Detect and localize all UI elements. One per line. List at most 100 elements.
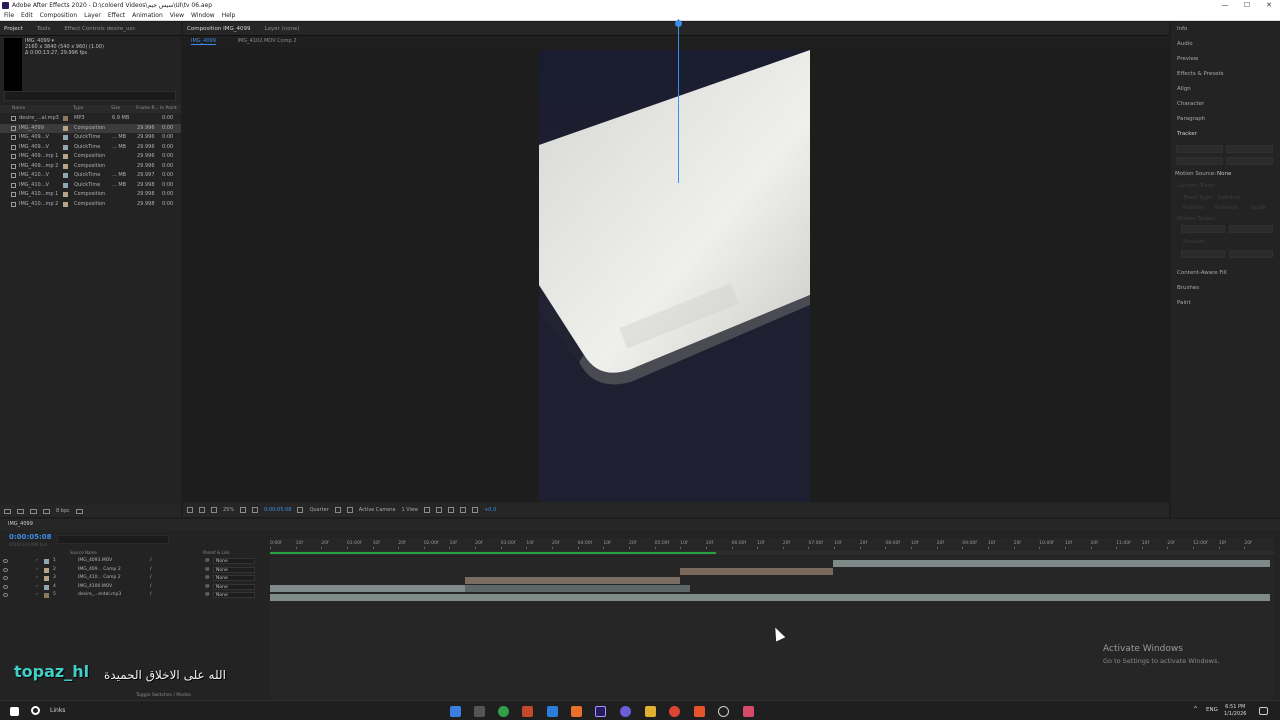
- parent-select[interactable]: None: [213, 566, 255, 573]
- timeline-layer-row[interactable]: › 3 IMG_410... Comp 2 / @ None: [0, 574, 268, 583]
- layer-switch-icon[interactable]: /: [150, 558, 152, 563]
- options-button[interactable]: [1229, 225, 1273, 233]
- panel-preview[interactable]: Preview: [1177, 56, 1198, 62]
- panel-tracker[interactable]: Tracker: [1177, 131, 1197, 137]
- col-frame-rate[interactable]: Frame R...: [136, 106, 159, 111]
- exposure-value[interactable]: +0.0: [484, 507, 496, 513]
- visibility-eye-icon[interactable]: [3, 584, 8, 589]
- label-color-swatch[interactable]: [63, 116, 68, 121]
- layer-label-color[interactable]: [44, 559, 49, 564]
- flowchart-icon[interactable]: [460, 507, 467, 513]
- current-time-display[interactable]: 0:00:05:08: [264, 507, 291, 513]
- col-name[interactable]: Name: [12, 106, 25, 111]
- col-source-name[interactable]: Source Name: [70, 550, 97, 555]
- tab-project[interactable]: Project: [4, 26, 23, 32]
- tab-composition[interactable]: Composition IMG_4099: [187, 26, 250, 32]
- interpret-footage-icon[interactable]: [4, 508, 11, 514]
- transparency-grid-icon[interactable]: [346, 507, 353, 513]
- tray-chevron-icon[interactable]: ^: [1193, 706, 1198, 713]
- copilot-app-icon[interactable]: [450, 706, 461, 717]
- panel-content-aware-fill[interactable]: Content-Aware Fill: [1177, 270, 1227, 276]
- timeline-search-input[interactable]: [57, 535, 169, 544]
- layer-label-color[interactable]: [44, 584, 49, 590]
- timeline-layer-row[interactable]: › 2 IMG_409... Comp 2 / @ None: [0, 566, 268, 575]
- project-item-row[interactable]: IMG_410...mp 1 Composition 29.998 0:00: [0, 190, 181, 200]
- project-item-row[interactable]: IMG_410...V QuickTime ... MB 29.997 0:00: [0, 171, 181, 181]
- col-size[interactable]: Size: [111, 106, 120, 111]
- zoom-select[interactable]: 25%: [223, 507, 234, 513]
- layer-name[interactable]: IMG_409... Comp 2: [78, 567, 121, 572]
- safe-zones-icon[interactable]: [240, 507, 247, 513]
- parent-pickwhip-icon[interactable]: @: [205, 592, 210, 597]
- layer-expand-chevron-icon[interactable]: ›: [36, 558, 38, 563]
- project-item-row[interactable]: IMG_409...V QuickTime ... MB 29.996 0:00: [0, 133, 181, 143]
- label-color-swatch[interactable]: [63, 125, 68, 131]
- label-color-swatch[interactable]: [63, 173, 68, 178]
- layer-name[interactable]: IMG_4100.MOV: [78, 584, 112, 589]
- menu-layer[interactable]: Layer: [84, 11, 101, 20]
- always-preview-icon[interactable]: [187, 507, 193, 513]
- maximize-button[interactable]: ☐: [1236, 0, 1258, 11]
- menu-animation[interactable]: Animation: [132, 11, 163, 20]
- app-icon-4[interactable]: [522, 706, 533, 717]
- new-folder-icon[interactable]: [17, 508, 24, 514]
- parent-select[interactable]: None: [213, 583, 255, 590]
- trash-icon[interactable]: [75, 508, 83, 514]
- layer-label-color[interactable]: [44, 576, 49, 581]
- layer-label-color[interactable]: [44, 567, 49, 573]
- edit-target-button[interactable]: [1181, 225, 1225, 233]
- panel-brushes[interactable]: Brushes: [1177, 285, 1199, 291]
- label-color-swatch[interactable]: [63, 154, 68, 159]
- layer-name[interactable]: IMG_410... Comp 2: [78, 575, 121, 580]
- layer-name[interactable]: IMG_4093.MOV: [78, 558, 112, 563]
- parent-pickwhip-icon[interactable]: @: [205, 567, 210, 572]
- track-motion-button[interactable]: [1176, 157, 1223, 165]
- visibility-eye-icon[interactable]: [3, 593, 8, 597]
- track-type-select[interactable]: Stabilize: [1217, 195, 1240, 201]
- layer-expand-chevron-icon[interactable]: ›: [36, 567, 38, 572]
- visibility-eye-icon[interactable]: [3, 576, 8, 580]
- warp-stabilizer-button[interactable]: [1226, 145, 1273, 153]
- col-parent-link[interactable]: Parent & Link: [203, 550, 230, 555]
- layer-duration-bar[interactable]: [465, 576, 680, 584]
- layer-duration-bar[interactable]: [465, 585, 690, 592]
- label-color-swatch[interactable]: [63, 135, 68, 140]
- col-type[interactable]: Type: [73, 106, 83, 111]
- parent-select[interactable]: None: [213, 575, 255, 581]
- fast-previews-icon[interactable]: [436, 507, 443, 513]
- time-ruler[interactable]: 0:00f 10f 20f 01:00f 10f 20f 02:00f 10f 20f 03:00…: [270, 538, 1274, 549]
- timeline-layer-row[interactable]: › 4 IMG_4100.MOV / @ None: [0, 583, 268, 592]
- layer-label-color[interactable]: [44, 593, 49, 598]
- project-search-input[interactable]: [4, 91, 176, 101]
- menu-window[interactable]: Window: [191, 11, 215, 20]
- layer-expand-chevron-icon[interactable]: ›: [36, 584, 38, 589]
- menu-composition[interactable]: Composition: [40, 11, 77, 20]
- parent-select[interactable]: None: [213, 592, 255, 598]
- app-icon-2[interactable]: [474, 706, 485, 717]
- after-effects-app-icon[interactable]: [595, 706, 606, 717]
- project-settings-icon[interactable]: [43, 508, 50, 514]
- timeline-layer-row[interactable]: › 5 desire_...ental.mp3 / @ None: [0, 591, 268, 600]
- apply-button[interactable]: [1229, 250, 1273, 258]
- project-item-row[interactable]: IMG_410...V QuickTime ... MB 29.998 0:00: [0, 181, 181, 191]
- label-color-swatch[interactable]: [63, 144, 68, 150]
- project-item-row[interactable]: IMG_409...mp 2 Composition 29.996 0:00: [0, 162, 181, 172]
- mask-view-icon[interactable]: [211, 507, 217, 513]
- project-item-row[interactable]: IMG_410...mp 2 Composition 29.998 0:00: [0, 200, 181, 210]
- app-icon-8[interactable]: [620, 706, 631, 717]
- playhead-handle[interactable]: [675, 20, 682, 27]
- option-rotation[interactable]: Rotation: [1215, 205, 1238, 211]
- panel-paragraph[interactable]: Paragraph: [1177, 116, 1205, 122]
- project-item-row[interactable]: IMG_409...mp 1 Composition 29.996 0:00: [0, 152, 181, 162]
- tab-timeline-comp[interactable]: IMG_4099: [8, 521, 33, 527]
- panel-align[interactable]: Align: [1177, 86, 1191, 92]
- windows-start-icon[interactable]: [10, 707, 19, 716]
- grid-toggle-icon[interactable]: [252, 507, 259, 513]
- timeline-current-time[interactable]: 0:00:05:08: [9, 533, 52, 541]
- layer-expand-chevron-icon[interactable]: ›: [36, 592, 38, 597]
- label-color-swatch[interactable]: [63, 192, 68, 197]
- layer-switch-icon[interactable]: /: [150, 592, 152, 597]
- minimize-button[interactable]: —: [1214, 0, 1236, 11]
- resolution-select[interactable]: Quarter: [309, 507, 328, 513]
- app-icon-12[interactable]: [718, 706, 729, 717]
